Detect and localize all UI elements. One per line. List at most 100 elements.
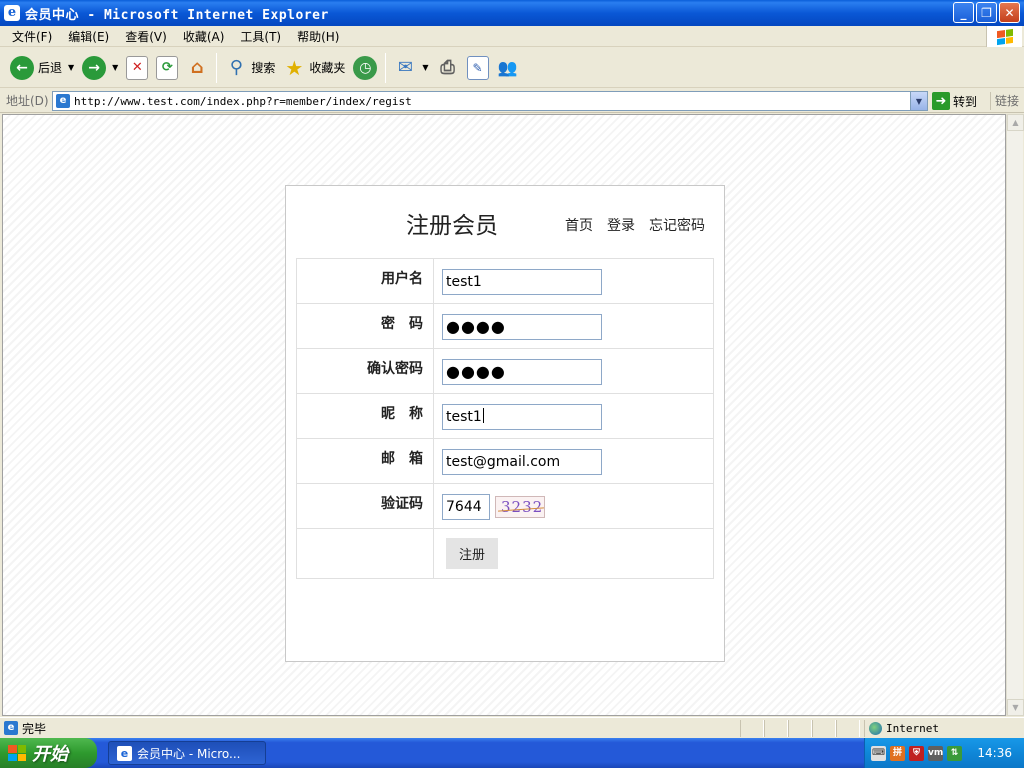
taskbar-item-ie[interactable]: e 会员中心 - Micro...: [108, 741, 266, 765]
page-title: 注册会员: [406, 213, 498, 239]
password-label: 密 码: [296, 303, 434, 349]
email-label: 邮 箱: [296, 438, 434, 484]
nickname-field[interactable]: test1: [442, 404, 602, 430]
minimize-button[interactable]: _: [953, 2, 974, 23]
favorites-button[interactable]: ★ 收藏夹: [279, 52, 349, 84]
nickname-value: test1: [446, 409, 482, 425]
address-url[interactable]: http://www.test.com/index.php?r=member/i…: [74, 95, 412, 108]
stop-button[interactable]: ✕: [122, 52, 152, 84]
links-button[interactable]: 链接: [990, 92, 1019, 110]
password-field[interactable]: ●●●●: [442, 314, 602, 340]
window-title: 会员中心 - Microsoft Internet Explorer: [25, 7, 329, 23]
nav-link-login[interactable]: 登录: [607, 215, 635, 235]
favorites-label: 收藏夹: [309, 61, 346, 75]
username-label: 用户名: [296, 258, 434, 304]
page-viewport: 注册会员 首页 登录 忘记密码 用户名 test1 密 码 ●●●● 确认密码: [2, 114, 1006, 716]
keyboard-icon[interactable]: ⌨: [871, 745, 886, 761]
form-row: 用户名 test1: [296, 258, 714, 304]
scroll-down-icon[interactable]: ▼: [1007, 699, 1024, 716]
menu-tools[interactable]: 工具(T): [232, 28, 289, 45]
confirm-password-field[interactable]: ●●●●: [442, 359, 602, 385]
status-text: 完毕: [22, 721, 47, 736]
refresh-button[interactable]: ⟳: [152, 52, 182, 84]
menu-file[interactable]: 文件(F): [4, 28, 60, 45]
go-label: 转到: [953, 94, 978, 109]
menu-view[interactable]: 查看(V): [117, 28, 175, 45]
toolbar: ← 后退 ▼ → ▼ ✕ ⟳ ⌂ ⚲ 搜索 ★ 收藏夹 ◷ ✉ ▼ ⎙ ✎ 👥: [0, 48, 1024, 88]
history-button[interactable]: ◷: [349, 52, 381, 84]
input-method-icon[interactable]: 拼: [890, 745, 905, 761]
mail-dropdown-icon[interactable]: ▼: [422, 63, 428, 72]
refresh-icon: ⟳: [156, 55, 179, 80]
ie-icon: e: [117, 745, 132, 761]
shield-icon[interactable]: ⛨: [909, 745, 924, 761]
history-icon: ◷: [353, 55, 378, 80]
nav-link-home[interactable]: 首页: [565, 215, 593, 235]
forward-button[interactable]: → ▼: [78, 52, 122, 84]
address-input[interactable]: e http://www.test.com/index.php?r=member…: [52, 91, 928, 111]
menu-help[interactable]: 帮助(H): [289, 28, 347, 45]
menu-favorites[interactable]: 收藏(A): [175, 28, 233, 45]
printer-icon: ⎙: [440, 57, 455, 78]
clock[interactable]: 14:36: [977, 746, 1012, 760]
forward-arrow-icon: →: [82, 55, 107, 80]
menu-bar: 文件(F) 编辑(E) 查看(V) 收藏(A) 工具(T) 帮助(H): [0, 26, 1024, 47]
form-row: 确认密码 ●●●●: [296, 348, 714, 394]
nickname-label: 昵 称: [296, 393, 434, 439]
captcha-image[interactable]: 3232: [495, 496, 545, 518]
restore-button[interactable]: ❐: [976, 2, 997, 23]
form-row: 密 码 ●●●●: [296, 303, 714, 349]
search-icon: ⚲: [229, 57, 243, 78]
register-panel: 注册会员 首页 登录 忘记密码 用户名 test1 密 码 ●●●● 确认密码: [285, 185, 725, 662]
nav-link-forgot-password[interactable]: 忘记密码: [649, 215, 705, 235]
username-field[interactable]: test1: [442, 269, 602, 295]
go-button[interactable]: ➜ 转到: [932, 92, 977, 110]
home-icon: ⌂: [190, 57, 204, 78]
address-dropdown-icon[interactable]: ▼: [910, 92, 927, 110]
print-button[interactable]: ⎙: [433, 52, 463, 84]
page-done-icon: e: [4, 721, 18, 735]
edit-page-icon: ✎: [466, 55, 489, 80]
back-arrow-icon: ←: [10, 55, 34, 80]
start-label: 开始: [32, 744, 68, 765]
address-label: 地址(D): [6, 94, 49, 108]
network-icon[interactable]: ⇅: [947, 745, 962, 761]
address-bar: 地址(D) e http://www.test.com/index.php?r=…: [0, 89, 1024, 113]
form-row: 验证码 7644 3232: [296, 483, 714, 529]
messenger-button[interactable]: 👥: [493, 52, 523, 84]
close-button[interactable]: ✕: [999, 2, 1020, 23]
scroll-up-icon[interactable]: ▲: [1007, 114, 1024, 131]
form-row: 注册: [296, 528, 714, 579]
forward-dropdown-icon[interactable]: ▼: [112, 63, 118, 72]
email-field[interactable]: test@gmail.com: [442, 449, 602, 475]
page-icon: e: [56, 94, 70, 108]
start-button[interactable]: 开始: [0, 738, 97, 768]
back-button[interactable]: ← 后退 ▼: [6, 52, 78, 84]
toolbar-separator: [385, 52, 387, 83]
star-icon: ★: [285, 55, 304, 80]
vertical-scrollbar[interactable]: ▲ ▼: [1006, 114, 1024, 716]
vm-icon[interactable]: vm: [928, 745, 943, 761]
ie-icon: e: [4, 5, 20, 21]
back-dropdown-icon[interactable]: ▼: [68, 63, 74, 72]
form-row: 昵 称 test1: [296, 393, 714, 439]
search-label: 搜索: [251, 61, 276, 75]
register-form: 用户名 test1 密 码 ●●●● 确认密码 ●●●● 昵 称 test1 邮…: [296, 258, 714, 579]
taskbar-item-label: 会员中心 - Micro...: [137, 746, 241, 761]
captcha-field[interactable]: 7644: [442, 494, 490, 520]
stop-icon: ✕: [126, 55, 149, 80]
mail-button[interactable]: ✉ ▼: [390, 52, 432, 84]
toolbar-separator: [216, 52, 218, 83]
security-zone[interactable]: Internet: [864, 720, 1004, 737]
home-button[interactable]: ⌂: [182, 52, 212, 84]
confirm-password-label: 确认密码: [296, 348, 434, 394]
windows-flag-icon: [8, 745, 26, 761]
search-button[interactable]: ⚲ 搜索: [221, 52, 279, 84]
status-bar: e 完毕 Internet: [0, 717, 1024, 738]
menu-edit[interactable]: 编辑(E): [60, 28, 117, 45]
edit-button[interactable]: ✎: [463, 52, 493, 84]
go-arrow-icon: ➜: [932, 92, 950, 110]
register-button[interactable]: 注册: [446, 538, 498, 569]
system-tray: ⌨ 拼 ⛨ vm ⇅ 14:36: [864, 738, 1024, 768]
taskbar: 开始 e 会员中心 - Micro... ⌨ 拼 ⛨ vm ⇅ 14:36: [0, 738, 1024, 768]
